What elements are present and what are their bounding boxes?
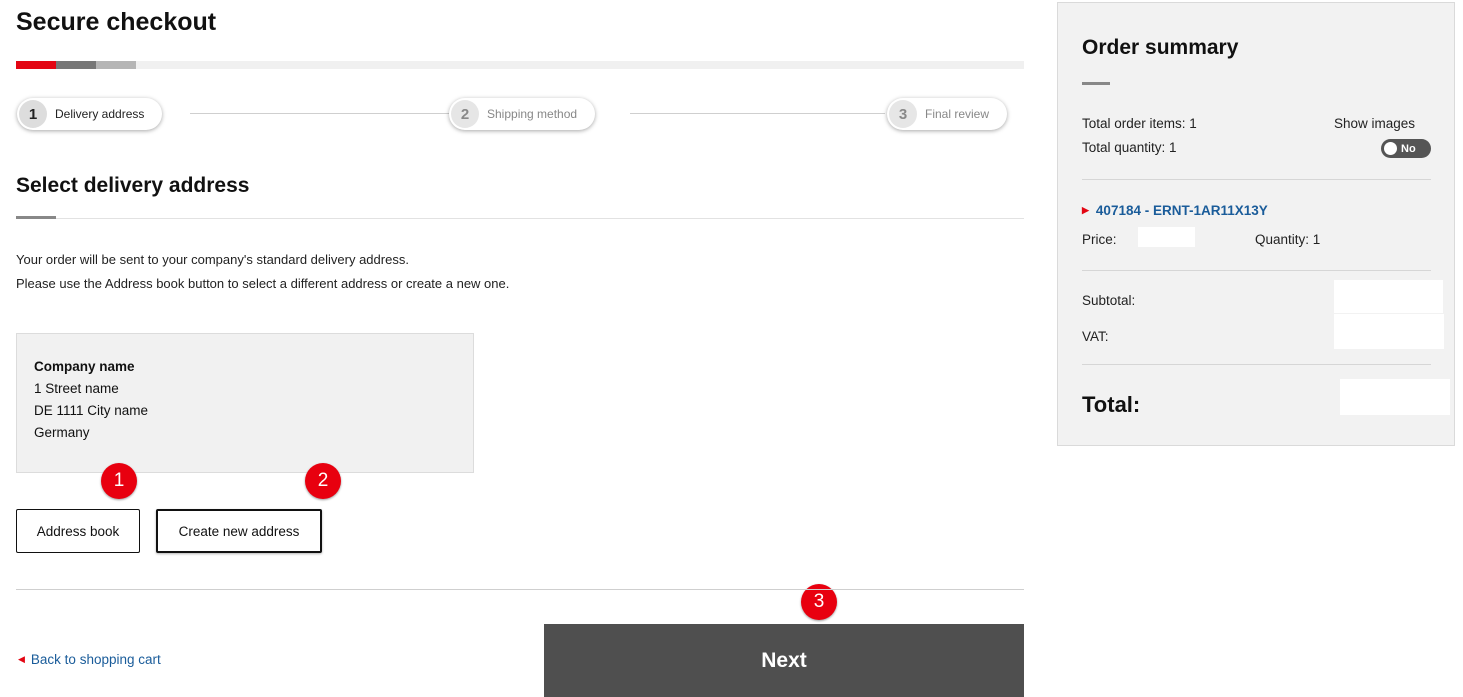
total-label: Total: (1082, 392, 1141, 417)
step-number: 1 (19, 100, 47, 128)
step-final-review[interactable]: 3 Final review (887, 98, 1008, 130)
redacted-vat (1334, 314, 1444, 349)
annotation-badge-2: 2 (305, 463, 341, 499)
redacted-subtotal (1334, 280, 1443, 313)
redacted-price (1138, 227, 1195, 247)
step-connector (190, 113, 450, 114)
progress-segment-last (96, 61, 136, 69)
delivery-info-text: Please use the Address book button to se… (16, 276, 510, 291)
redacted-total (1340, 379, 1450, 415)
step-label: Shipping method (487, 107, 578, 121)
back-link-label: Back to shopping cart (30, 652, 161, 667)
price-label: Price: (1082, 232, 1117, 247)
title-underline (16, 216, 56, 219)
subtotal-label: Subtotal: (1082, 293, 1136, 308)
address-country: Germany (34, 425, 90, 440)
product-link[interactable]: ▶ 407184 - ERNT-1AR11X13Y (1082, 203, 1268, 218)
address-company: Company name (34, 359, 135, 374)
total-quantity: Total quantity: 1 (1082, 140, 1177, 155)
show-images-label: Show images (1334, 116, 1416, 131)
address-street: 1 Street name (34, 381, 119, 396)
total-order-items: Total order items: 1 (1082, 116, 1197, 131)
footer-divider (16, 589, 1024, 590)
address-book-button[interactable]: Address book (16, 509, 140, 553)
summary-divider (1082, 179, 1431, 180)
step-label: Delivery address (55, 107, 145, 121)
vat-label: VAT: (1082, 329, 1109, 344)
annotation-badge-1: 1 (101, 463, 137, 499)
section-title: Select delivery address (16, 174, 250, 197)
step-number: 3 (889, 100, 917, 128)
checkout-progress-bar (16, 61, 1024, 69)
progress-segment-current (16, 61, 56, 69)
chevron-right-icon: ▶ (1082, 205, 1089, 215)
chevron-left-icon: ◀ (18, 654, 25, 664)
delivery-info-text: Your order will be sent to your company'… (16, 252, 409, 267)
step-shipping-method[interactable]: 2 Shipping method (449, 98, 596, 130)
step-delivery-address[interactable]: 1 Delivery address (17, 98, 163, 130)
toggle-state: No (1401, 142, 1416, 155)
step-label: Final review (925, 107, 990, 121)
create-new-address-button[interactable]: Create new address (156, 509, 322, 553)
summary-title: Order summary (1082, 36, 1239, 59)
toggle-knob (1384, 142, 1397, 155)
product-quantity: Quantity: 1 (1255, 232, 1321, 247)
next-button[interactable]: Next (544, 624, 1024, 697)
address-city: DE 1111 City name (34, 403, 149, 418)
order-summary-panel: Order summary Total order items: 1 Total… (1057, 2, 1455, 446)
summary-divider (1082, 364, 1431, 365)
progress-segment-next (56, 61, 96, 69)
step-number: 2 (451, 100, 479, 128)
back-to-cart-link[interactable]: ◀ Back to shopping cart (18, 652, 161, 667)
product-link-label: 407184 - ERNT-1AR11X13Y (1095, 203, 1268, 218)
summary-divider (1082, 270, 1431, 271)
show-images-toggle[interactable]: No (1381, 139, 1431, 158)
address-card: Company name 1 Street name DE 1111 City … (16, 333, 474, 473)
page-title: Secure checkout (16, 8, 217, 36)
step-connector (630, 113, 885, 114)
title-underline (1082, 82, 1110, 85)
section-divider (56, 218, 1024, 219)
